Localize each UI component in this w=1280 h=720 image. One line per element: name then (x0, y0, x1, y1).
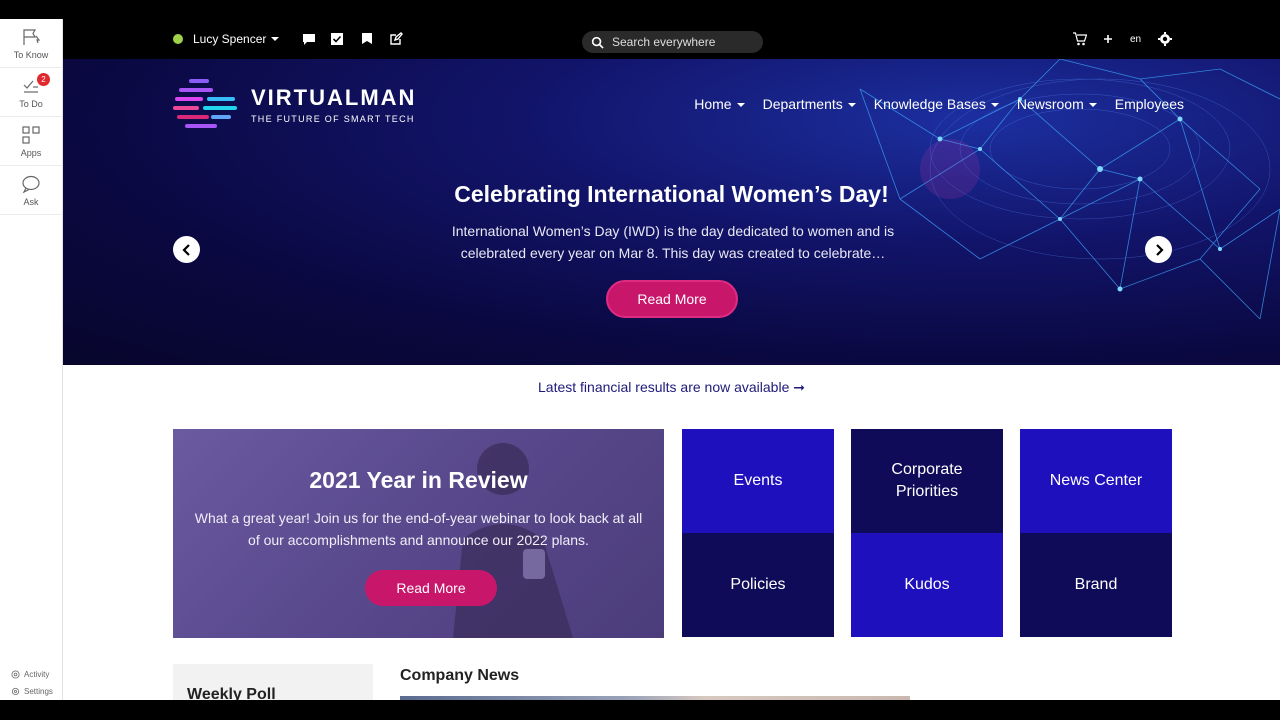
apps-grid-icon (22, 125, 40, 144)
search-bar[interactable]: Search everywhere (582, 31, 763, 53)
nav-home[interactable]: Home (694, 96, 745, 112)
company-news-title: Company News (400, 667, 520, 684)
brand-name: VIRTUALMAN (251, 84, 417, 110)
rail-item-to-do[interactable]: 2 To Do (0, 68, 62, 117)
nav-knowledge-bases-label: Knowledge Bases (873, 96, 986, 112)
rail-label-apps: Apps (20, 147, 42, 158)
rail-label-ask: Ask (23, 196, 39, 207)
flag-icon[interactable] (360, 32, 374, 46)
hero-title: Celebrating International Women’s Day! (454, 181, 889, 207)
flag-icon (23, 28, 41, 45)
rail-item-apps[interactable]: Apps (0, 117, 62, 166)
promo-read-more-button[interactable]: Read More (365, 570, 497, 606)
tile-kudos[interactable]: Kudos (851, 533, 1003, 637)
chevron-left-icon (181, 243, 190, 256)
rail-settings-label: Settings (24, 686, 53, 696)
edit-icon[interactable] (389, 32, 403, 46)
financial-results-link[interactable]: Latest financial results are now availab… (63, 379, 1280, 396)
brand-tagline: THE FUTURE OF SMART TECH (251, 113, 415, 124)
tile-events[interactable]: Events (682, 429, 834, 533)
promo-title: 2021 Year in Review (309, 467, 528, 493)
rail-activity-link[interactable]: Activity (0, 666, 63, 682)
weekly-poll-card: Weekly Poll (173, 664, 373, 700)
left-rail: To Know 2 To Do Apps Ask Activity Settin… (0, 19, 63, 700)
promo-text: What a great year! Join us for the end-o… (194, 510, 643, 548)
tile-brand[interactable]: Brand (1020, 533, 1172, 637)
rail-label-to-do: To Do (19, 98, 43, 109)
intranet-page: To Know 2 To Do Apps Ask Activity Settin… (0, 19, 1280, 700)
chevron-right-icon (1155, 243, 1164, 256)
nav-newsroom-label: Newsroom (1016, 96, 1084, 112)
nav-departments[interactable]: Departments (763, 96, 856, 112)
chevron-down-icon (271, 37, 280, 41)
carousel-next-button[interactable] (1145, 236, 1172, 263)
chevron-down-icon (990, 103, 999, 108)
search-icon (591, 36, 604, 49)
nav-home-label: Home (694, 96, 732, 112)
nav-employees-label: Employees (1114, 96, 1184, 112)
rail-label-to-know: To Know (13, 49, 49, 60)
status-dot (173, 34, 183, 44)
plus-icon[interactable] (1101, 32, 1115, 46)
tile-corporate-priorities[interactable]: Corporate Priorities (851, 429, 1003, 533)
nav-knowledge-bases[interactable]: Knowledge Bases (874, 96, 999, 112)
rail-item-to-know[interactable]: To Know (0, 19, 62, 68)
activity-icon (11, 669, 20, 679)
checkbox-icon[interactable] (330, 32, 344, 46)
todo-count-badge: 2 (37, 73, 50, 86)
user-menu[interactable]: Lucy Spencer (173, 32, 280, 46)
chevron-down-icon (1088, 103, 1097, 108)
browser-frame: To Know 2 To Do Apps Ask Activity Settin… (0, 0, 1280, 720)
user-name: Lucy Spencer (193, 32, 267, 46)
carousel-prev-button[interactable] (173, 236, 200, 263)
nav-employees[interactable]: Employees (1115, 96, 1184, 112)
rail-activity-label: Activity (24, 669, 50, 679)
rail-settings-link[interactable]: Settings (0, 683, 63, 699)
chat-bubble-icon (22, 175, 40, 193)
language-selector[interactable]: en (1130, 34, 1141, 45)
company-news-images[interactable] (400, 696, 910, 700)
nav-newsroom[interactable]: Newsroom (1017, 96, 1097, 112)
year-in-review-card[interactable]: 2021 Year in Review What a great year! J… (173, 429, 664, 638)
gear-icon[interactable] (1158, 32, 1172, 46)
cart-icon[interactable] (1073, 32, 1087, 46)
chevron-down-icon (847, 103, 856, 108)
weekly-poll-title: Weekly Poll (187, 686, 276, 700)
main-nav: Home Departments Knowledge Bases Newsroo… (694, 96, 1184, 112)
tile-policies[interactable]: Policies (682, 533, 834, 637)
chevron-down-icon (736, 103, 745, 108)
hero-banner: VIRTUALMAN THE FUTURE OF SMART TECH Home… (63, 59, 1280, 365)
tile-news-center[interactable]: News Center (1020, 429, 1172, 533)
settings-icon (11, 687, 20, 695)
hero-read-more-button[interactable]: Read More (606, 280, 738, 318)
hero-text: International Women’s Day (IWD) is the d… (451, 223, 895, 261)
top-bar: Lucy Spencer Search everywhere en (63, 19, 1280, 59)
nav-departments-label: Departments (762, 96, 843, 112)
brand-logo[interactable]: VIRTUALMAN THE FUTURE OF SMART TECH (171, 71, 416, 137)
logo-mark-icon (173, 79, 237, 128)
message-icon[interactable] (302, 32, 316, 46)
search-placeholder: Search everywhere (612, 35, 716, 49)
rail-item-ask[interactable]: Ask (0, 166, 62, 215)
